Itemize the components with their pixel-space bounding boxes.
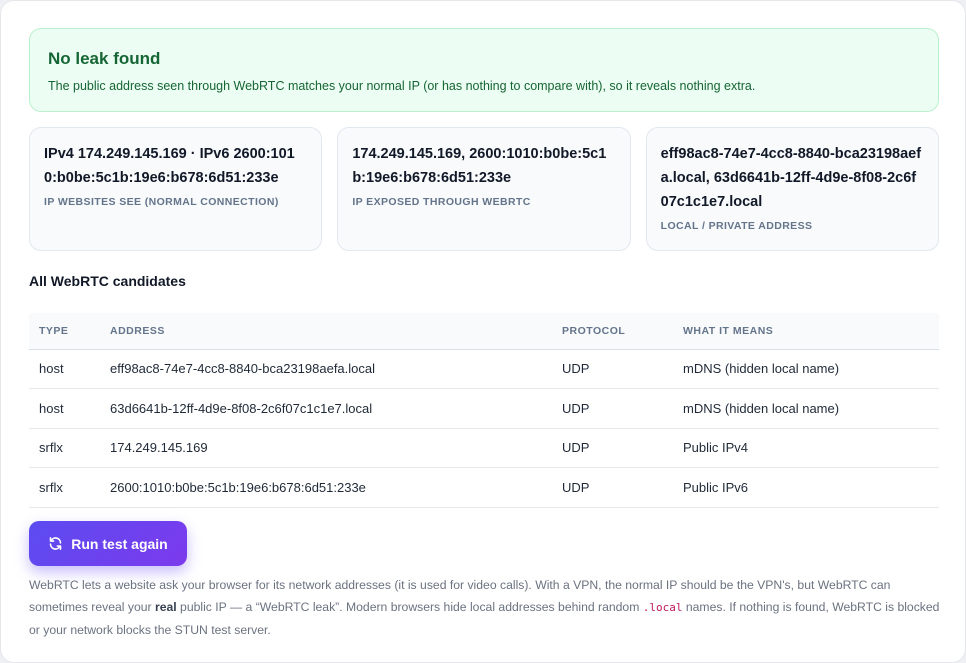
stat-value: 174.249.145.169, 2600:1010:b0be:5c1b:19e… bbox=[352, 146, 607, 186]
table-row: srflx 2600:1010:b0be:5c1b:19e6:b678:6d51… bbox=[29, 467, 939, 508]
stat-value: IPv4 174.249.145.169 · IPv6 2600:1010:b0… bbox=[44, 146, 295, 186]
local-domain-code: .local bbox=[642, 601, 683, 614]
candidates-table: TYPE ADDRESS PROTOCOL WHAT IT MEANS host… bbox=[29, 313, 939, 508]
stat-label: LOCAL / PRIVATE ADDRESS bbox=[660, 220, 813, 232]
cell-meaning: Public IPv6 bbox=[673, 467, 939, 508]
cell-meaning: mDNS (hidden local name) bbox=[673, 349, 939, 389]
cell-type: host bbox=[29, 349, 100, 389]
stats-row: IPv4 174.249.145.169 · IPv6 2600:1010:b0… bbox=[29, 127, 939, 251]
stat-value: eff98ac8-74e7-4cc8-8840-bca23198aefa.loc… bbox=[660, 146, 922, 210]
header-meaning: WHAT IT MEANS bbox=[673, 313, 939, 350]
cell-protocol: UDP bbox=[552, 349, 673, 389]
explanation-text: WebRTC lets a website ask your browser f… bbox=[29, 574, 941, 641]
run-test-again-button[interactable]: Run test again bbox=[29, 521, 187, 566]
cell-address: eff98ac8-74e7-4cc8-8840-bca23198aefa.loc… bbox=[100, 349, 552, 389]
stat-local-address: eff98ac8-74e7-4cc8-8840-bca23198aefa.loc… bbox=[645, 127, 939, 251]
cell-protocol: UDP bbox=[552, 428, 673, 468]
cell-meaning: Public IPv4 bbox=[673, 428, 939, 468]
stat-webrtc-ip: 174.249.145.169, 2600:1010:b0be:5c1b:19e… bbox=[337, 127, 631, 251]
cell-protocol: UDP bbox=[552, 467, 673, 508]
footnote-emphasis: real bbox=[154, 600, 177, 614]
cell-address: 2600:1010:b0be:5c1b:19e6:b678:6d51:233e bbox=[100, 467, 552, 508]
table-row: host eff98ac8-74e7-4cc8-8840-bca23198aef… bbox=[29, 349, 939, 389]
header-type: TYPE bbox=[29, 313, 100, 350]
cell-address: 174.249.145.169 bbox=[100, 428, 552, 468]
footnote-part2: public IP — a “WebRTC leak”. Modern brow… bbox=[176, 600, 643, 614]
cell-protocol: UDP bbox=[552, 388, 673, 429]
cell-type: srflx bbox=[29, 428, 100, 468]
table-row: host 63d6641b-12ff-4d9e-8f08-2c6f07c1c1e… bbox=[29, 388, 939, 429]
header-address: ADDRESS bbox=[100, 313, 552, 350]
cell-address: 63d6641b-12ff-4d9e-8f08-2c6f07c1c1e7.loc… bbox=[100, 388, 552, 429]
run-test-label: Run test again bbox=[71, 535, 168, 552]
webrtc-test-card: No leak found The public address seen th… bbox=[0, 0, 966, 663]
cell-type: host bbox=[29, 388, 100, 429]
status-title: No leak found bbox=[48, 49, 161, 68]
candidates-heading: All WebRTC candidates bbox=[29, 273, 186, 289]
cell-type: srflx bbox=[29, 467, 100, 508]
cell-meaning: mDNS (hidden local name) bbox=[673, 388, 939, 429]
status-message: The public address seen through WebRTC m… bbox=[48, 79, 756, 93]
table-row: srflx 174.249.145.169 UDP Public IPv4 bbox=[29, 428, 939, 468]
stat-label: IP WEBSITES SEE (NORMAL CONNECTION) bbox=[44, 196, 279, 208]
stat-label: IP EXPOSED THROUGH WEBRTC bbox=[352, 196, 531, 208]
refresh-icon bbox=[48, 536, 63, 551]
table-header-row: TYPE ADDRESS PROTOCOL WHAT IT MEANS bbox=[29, 313, 939, 350]
header-protocol: PROTOCOL bbox=[552, 313, 673, 350]
status-banner: No leak found The public address seen th… bbox=[29, 28, 939, 112]
stat-normal-ip: IPv4 174.249.145.169 · IPv6 2600:1010:b0… bbox=[29, 127, 323, 251]
